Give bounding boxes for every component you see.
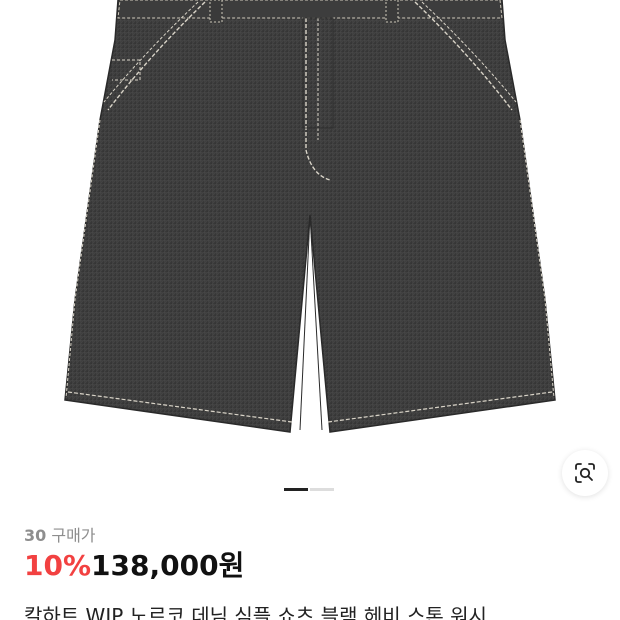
lens-search-icon [575, 463, 595, 483]
discount-rate: 10% [24, 549, 92, 582]
buyers-count-label: 구매가 [51, 526, 96, 545]
denim-shorts-image [64, 0, 556, 433]
product-detail-page: 30 구매가 10%138,000원 칼하트 WIP 노르코 데님 심플 쇼츠 … [0, 0, 620, 620]
pager-dot-active[interactable] [284, 488, 308, 491]
gallery-pager [284, 488, 334, 491]
buyers-count-number: 30 [24, 526, 47, 545]
buyers-count: 30 구매가 [24, 522, 96, 546]
pager-dot[interactable] [310, 488, 334, 491]
product-price: 138,000원 [91, 549, 245, 582]
product-image[interactable] [0, 0, 620, 470]
product-title: 칼하트 WIP 노르코 데님 심플 쇼츠 블랙 헤비 스톤 워시 [24, 604, 487, 620]
price-row: 10%138,000원 [24, 548, 244, 584]
lens-search-button[interactable] [562, 450, 608, 496]
